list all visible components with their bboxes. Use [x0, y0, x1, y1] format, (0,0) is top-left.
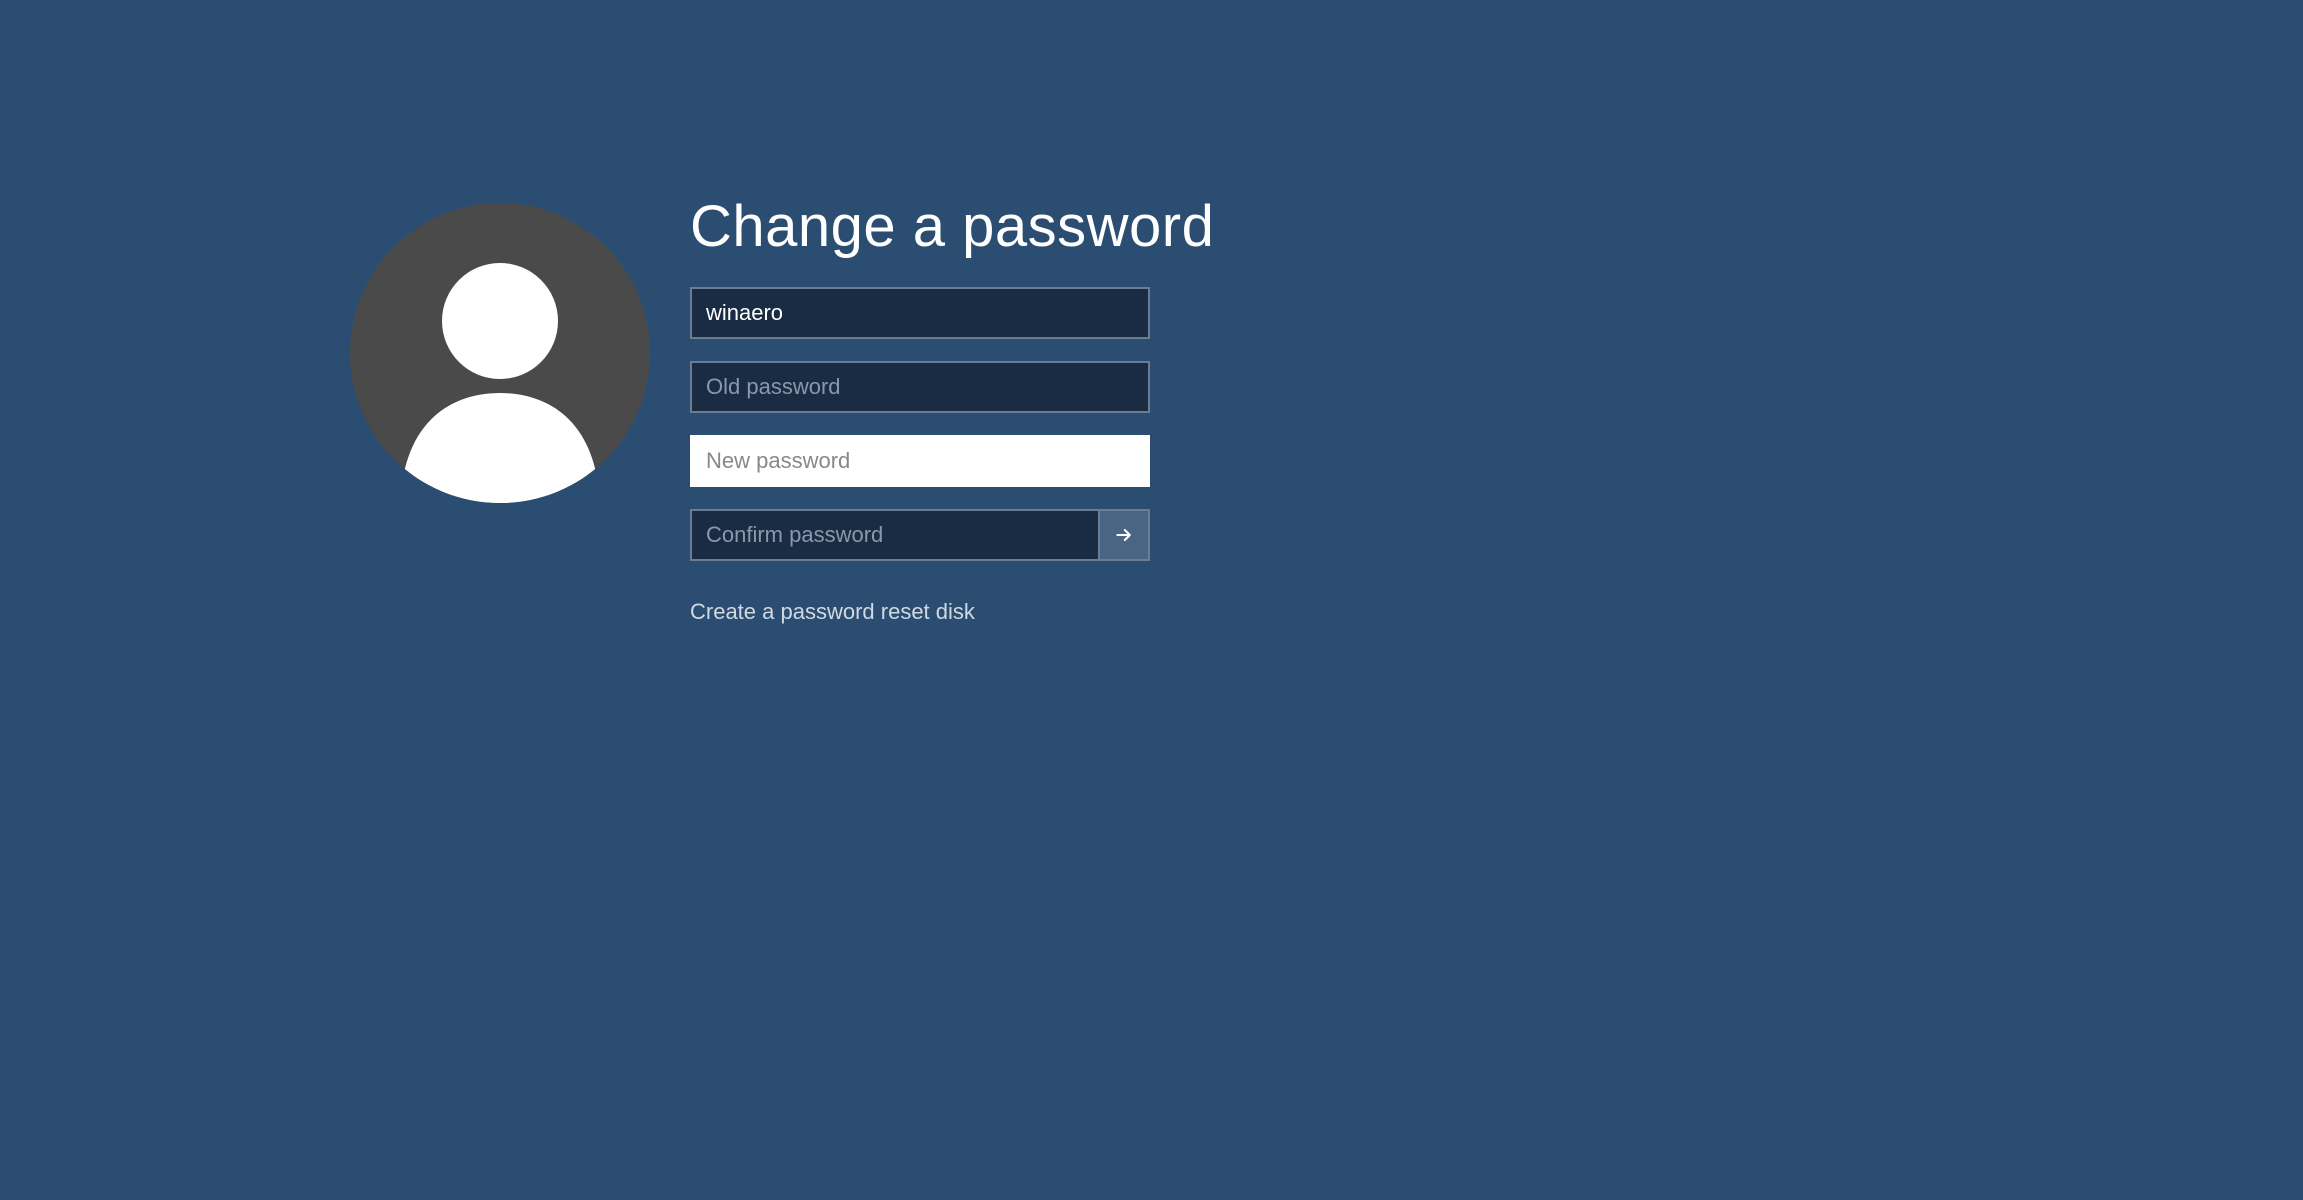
user-icon	[350, 203, 650, 503]
form-column: Change a password Create a password rese…	[690, 195, 1214, 625]
username-input[interactable]	[690, 287, 1150, 339]
confirm-password-input[interactable]	[690, 509, 1100, 561]
avatar	[350, 203, 650, 503]
arrow-right-icon	[1114, 525, 1134, 545]
change-password-panel: Change a password Create a password rese…	[350, 195, 1214, 625]
username-row	[690, 287, 1150, 339]
reset-disk-link[interactable]: Create a password reset disk	[690, 599, 1214, 625]
confirm-password-row	[690, 509, 1150, 561]
old-password-row	[690, 361, 1150, 413]
submit-button[interactable]	[1100, 509, 1150, 561]
page-title: Change a password	[690, 195, 1214, 259]
new-password-row	[690, 435, 1150, 487]
new-password-input[interactable]	[690, 435, 1150, 487]
old-password-input[interactable]	[690, 361, 1150, 413]
